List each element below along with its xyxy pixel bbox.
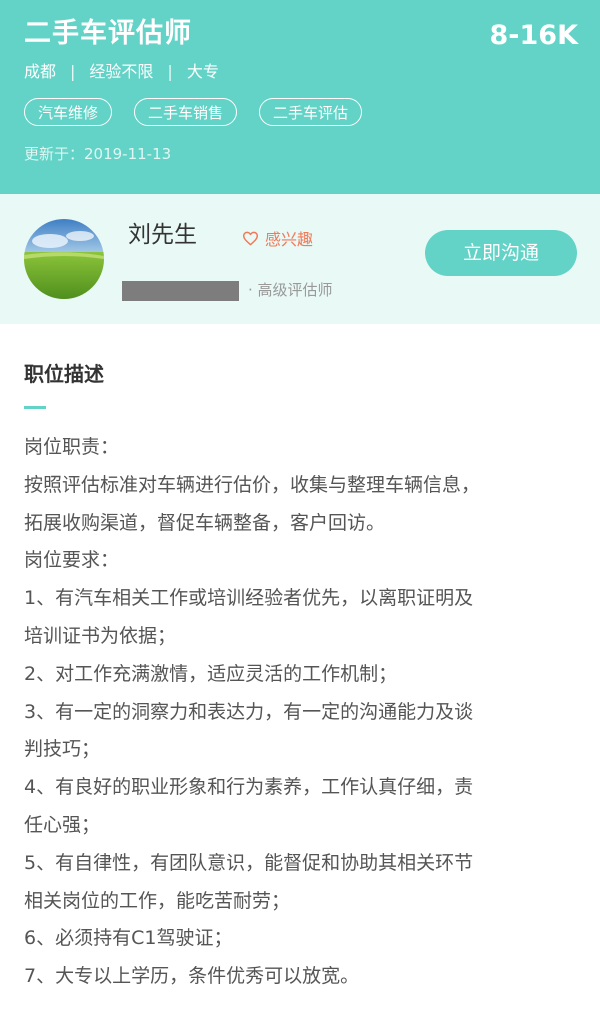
interest-button[interactable]: 感兴趣 (242, 226, 313, 250)
description-line: 5、有自律性，有团队意识，能督促和协助其相关环节 (24, 851, 474, 874)
recruiter-role: · 高级评估师 (248, 281, 333, 299)
chat-now-button[interactable]: 立即沟通 (425, 230, 577, 276)
description-line: 相关岗位的工作，能吃苦耐劳； (24, 889, 291, 912)
job-description: 职位描述 岗位职责： 按照评估标准对车辆进行估价，收集与整理车辆信息， 拓展收购… (0, 324, 600, 996)
description-line: 3、有一定的洞察力和表达力，有一定的沟通能力及谈 (24, 700, 474, 723)
description-line: 拓展收购渠道，督促车辆整备，客户回访。 (24, 511, 386, 534)
description-line: 6、必须持有C1驾驶证； (24, 927, 233, 950)
description-text: 岗位职责： 按照评估标准对车辆进行估价，收集与整理车辆信息， 拓展收购渠道，督促… (24, 429, 576, 996)
redacted-block (122, 281, 239, 301)
title-underline (24, 406, 46, 409)
landscape-photo (24, 219, 104, 299)
job-experience: 经验不限 (89, 62, 154, 81)
description-line: 岗位要求： (24, 549, 120, 572)
section-title: 职位描述 (24, 362, 104, 386)
recruiter-name: 刘先生 (128, 222, 197, 248)
recruiter-card: 刘先生 感兴趣 · 高级评估师 立即沟通 (0, 194, 600, 324)
description-line: 7、大专以上学历，条件优秀可以放宽。 (24, 965, 360, 988)
updated-date: 更新于：2019-11-13 (24, 145, 172, 163)
meta-divider: | (70, 62, 76, 81)
description-line: 判技巧； (24, 738, 101, 761)
salary: 8-16K (489, 20, 579, 51)
job-tag[interactable]: 二手车销售 (134, 98, 238, 126)
description-line: 岗位职责： (24, 436, 120, 458)
heart-outline-icon (242, 231, 259, 245)
interest-label: 感兴趣 (265, 230, 314, 249)
job-education: 大专 (186, 62, 219, 81)
job-tag[interactable]: 汽车维修 (24, 98, 113, 126)
avatar[interactable] (24, 219, 104, 299)
description-line: 培训证书为依据； (24, 624, 177, 647)
job-meta: 成都 | 经验不限 | 大专 (24, 60, 576, 84)
job-header: 二手车评估师 8-16K 成都 | 经验不限 | 大专 汽车维修 二手车销售 二… (0, 0, 600, 194)
job-tag[interactable]: 二手车评估 (259, 98, 363, 126)
job-city: 成都 (24, 62, 57, 81)
description-line: 2、对工作充满激情，适应灵活的工作机制； (24, 662, 398, 685)
description-line: 任心强； (24, 813, 101, 836)
description-line: 1、有汽车相关工作或培训经验者优先，以离职证明及 (24, 587, 474, 610)
job-tags: 汽车维修 二手车销售 二手车评估 (24, 98, 576, 126)
description-line: 4、有良好的职业形象和行为素养，工作认真仔细，责 (24, 776, 474, 799)
description-line: 按照评估标准对车辆进行估价，收集与整理车辆信息， (24, 473, 481, 496)
meta-divider: | (167, 62, 173, 81)
